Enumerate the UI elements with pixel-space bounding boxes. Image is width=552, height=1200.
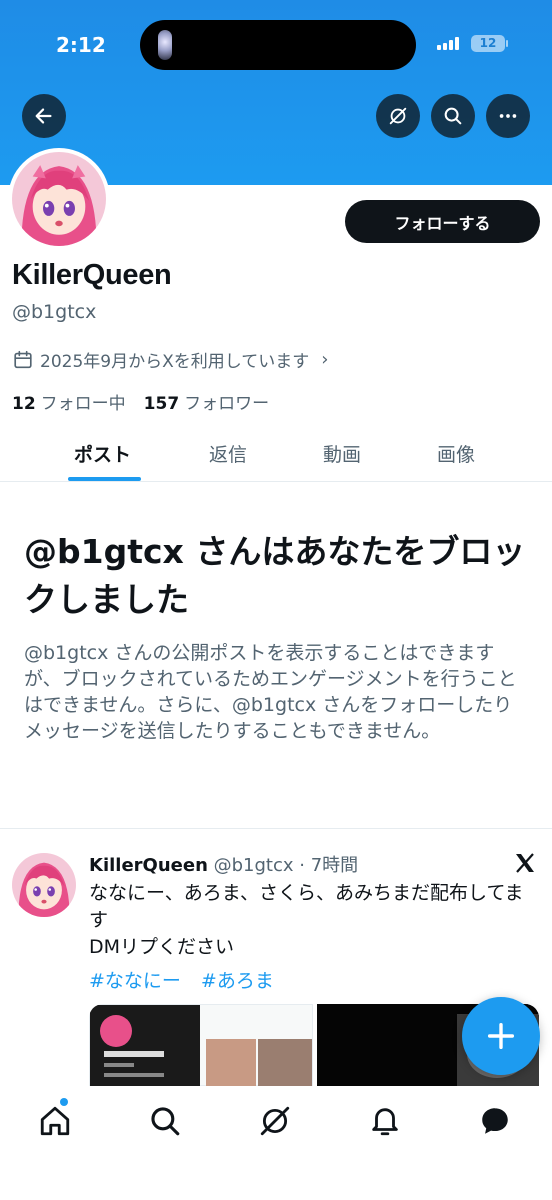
avatar-image — [12, 152, 106, 246]
tweet-hashtags: #ななにー #あろま — [89, 966, 274, 993]
battery-icon: 12 — [471, 35, 505, 52]
grok-button[interactable] — [376, 94, 420, 138]
tab-videos[interactable]: 動画 — [323, 440, 361, 467]
joined-date-row[interactable]: 2025年9月からXを利用しています › — [12, 347, 328, 372]
notification-dot — [60, 1098, 68, 1106]
follow-button[interactable]: フォローする — [345, 200, 540, 243]
tweet-avatar[interactable] — [12, 853, 76, 917]
divider — [0, 828, 552, 829]
followers-label: フォロワー — [184, 394, 270, 414]
following-count: 12 — [12, 394, 36, 414]
following-label: フォロー中 — [40, 394, 126, 414]
tweet-text: ななにー、あろま、さくら、あみちまだ配布してます DMリプください — [89, 880, 535, 961]
media-image[interactable] — [89, 1004, 313, 1086]
following-link[interactable]: 12 フォロー中 — [12, 389, 126, 414]
nav-messages[interactable] — [478, 1104, 512, 1138]
tweet-author-name[interactable]: KillerQueen — [89, 855, 208, 876]
hashtag-link[interactable]: #ななにー — [89, 966, 181, 993]
follow-counts: 12 フォロー中 157 フォロワー — [12, 389, 269, 414]
plus-icon — [487, 1022, 515, 1050]
status-time: 2:12 — [56, 33, 106, 57]
nav-notifications[interactable] — [368, 1104, 402, 1138]
grok-icon — [389, 107, 407, 125]
tab-images[interactable]: 画像 — [437, 440, 475, 467]
battery-tip — [506, 40, 508, 47]
active-tab-indicator — [68, 477, 141, 481]
signal-icon — [437, 36, 459, 50]
x-logo-icon — [516, 853, 534, 873]
home-icon — [40, 1106, 70, 1136]
camera-indicator — [158, 30, 172, 60]
messages-icon — [482, 1108, 508, 1134]
display-name: KillerQueen — [12, 259, 172, 291]
bottom-navigation — [0, 1086, 552, 1200]
profile-handle: @b1gtcx — [12, 301, 97, 323]
followers-link[interactable]: 157 フォロワー — [144, 389, 270, 414]
media-thumbnail — [90, 1005, 312, 1086]
tab-posts[interactable]: ポスト — [74, 440, 131, 467]
followers-count: 157 — [143, 394, 180, 414]
chevron-right-icon: › — [321, 349, 329, 370]
nav-grok[interactable] — [258, 1104, 292, 1138]
tweet-header: KillerQueen @b1gtcx · 7時間 — [89, 851, 358, 877]
dynamic-island — [140, 20, 416, 70]
tab-replies[interactable]: 返信 — [209, 440, 247, 467]
tweet-text-line: ななにー、あろま、さくら、あみちまだ配布してます — [89, 882, 524, 931]
search-icon — [444, 107, 462, 125]
hashtag-link[interactable]: #あろま — [201, 966, 274, 993]
back-arrow-icon — [35, 108, 52, 124]
back-button[interactable] — [22, 94, 66, 138]
tweet-meta: @b1gtcx · 7時間 — [213, 855, 359, 876]
blocked-title: @b1gtcx さんはあなたをブロックしました — [24, 532, 526, 619]
search-button[interactable] — [431, 94, 475, 138]
joined-text: 2025年9月からXを利用しています — [40, 352, 310, 372]
compose-button[interactable] — [462, 997, 540, 1075]
nav-home[interactable] — [38, 1104, 72, 1138]
bell-icon — [372, 1108, 398, 1136]
profile-avatar[interactable] — [8, 148, 110, 250]
blocked-description: @b1gtcx さんの公開ポストを表示することはできますが、ブロックされているた… — [24, 642, 517, 742]
more-button[interactable] — [486, 94, 530, 138]
grok-icon — [260, 1106, 290, 1136]
profile-tabs: ポスト 返信 動画 画像 — [0, 432, 552, 482]
calendar-icon — [14, 350, 32, 368]
nav-search[interactable] — [148, 1104, 182, 1138]
more-icon — [499, 114, 517, 118]
search-icon — [151, 1107, 180, 1136]
tweet-text-line: DMリプください — [89, 936, 235, 958]
